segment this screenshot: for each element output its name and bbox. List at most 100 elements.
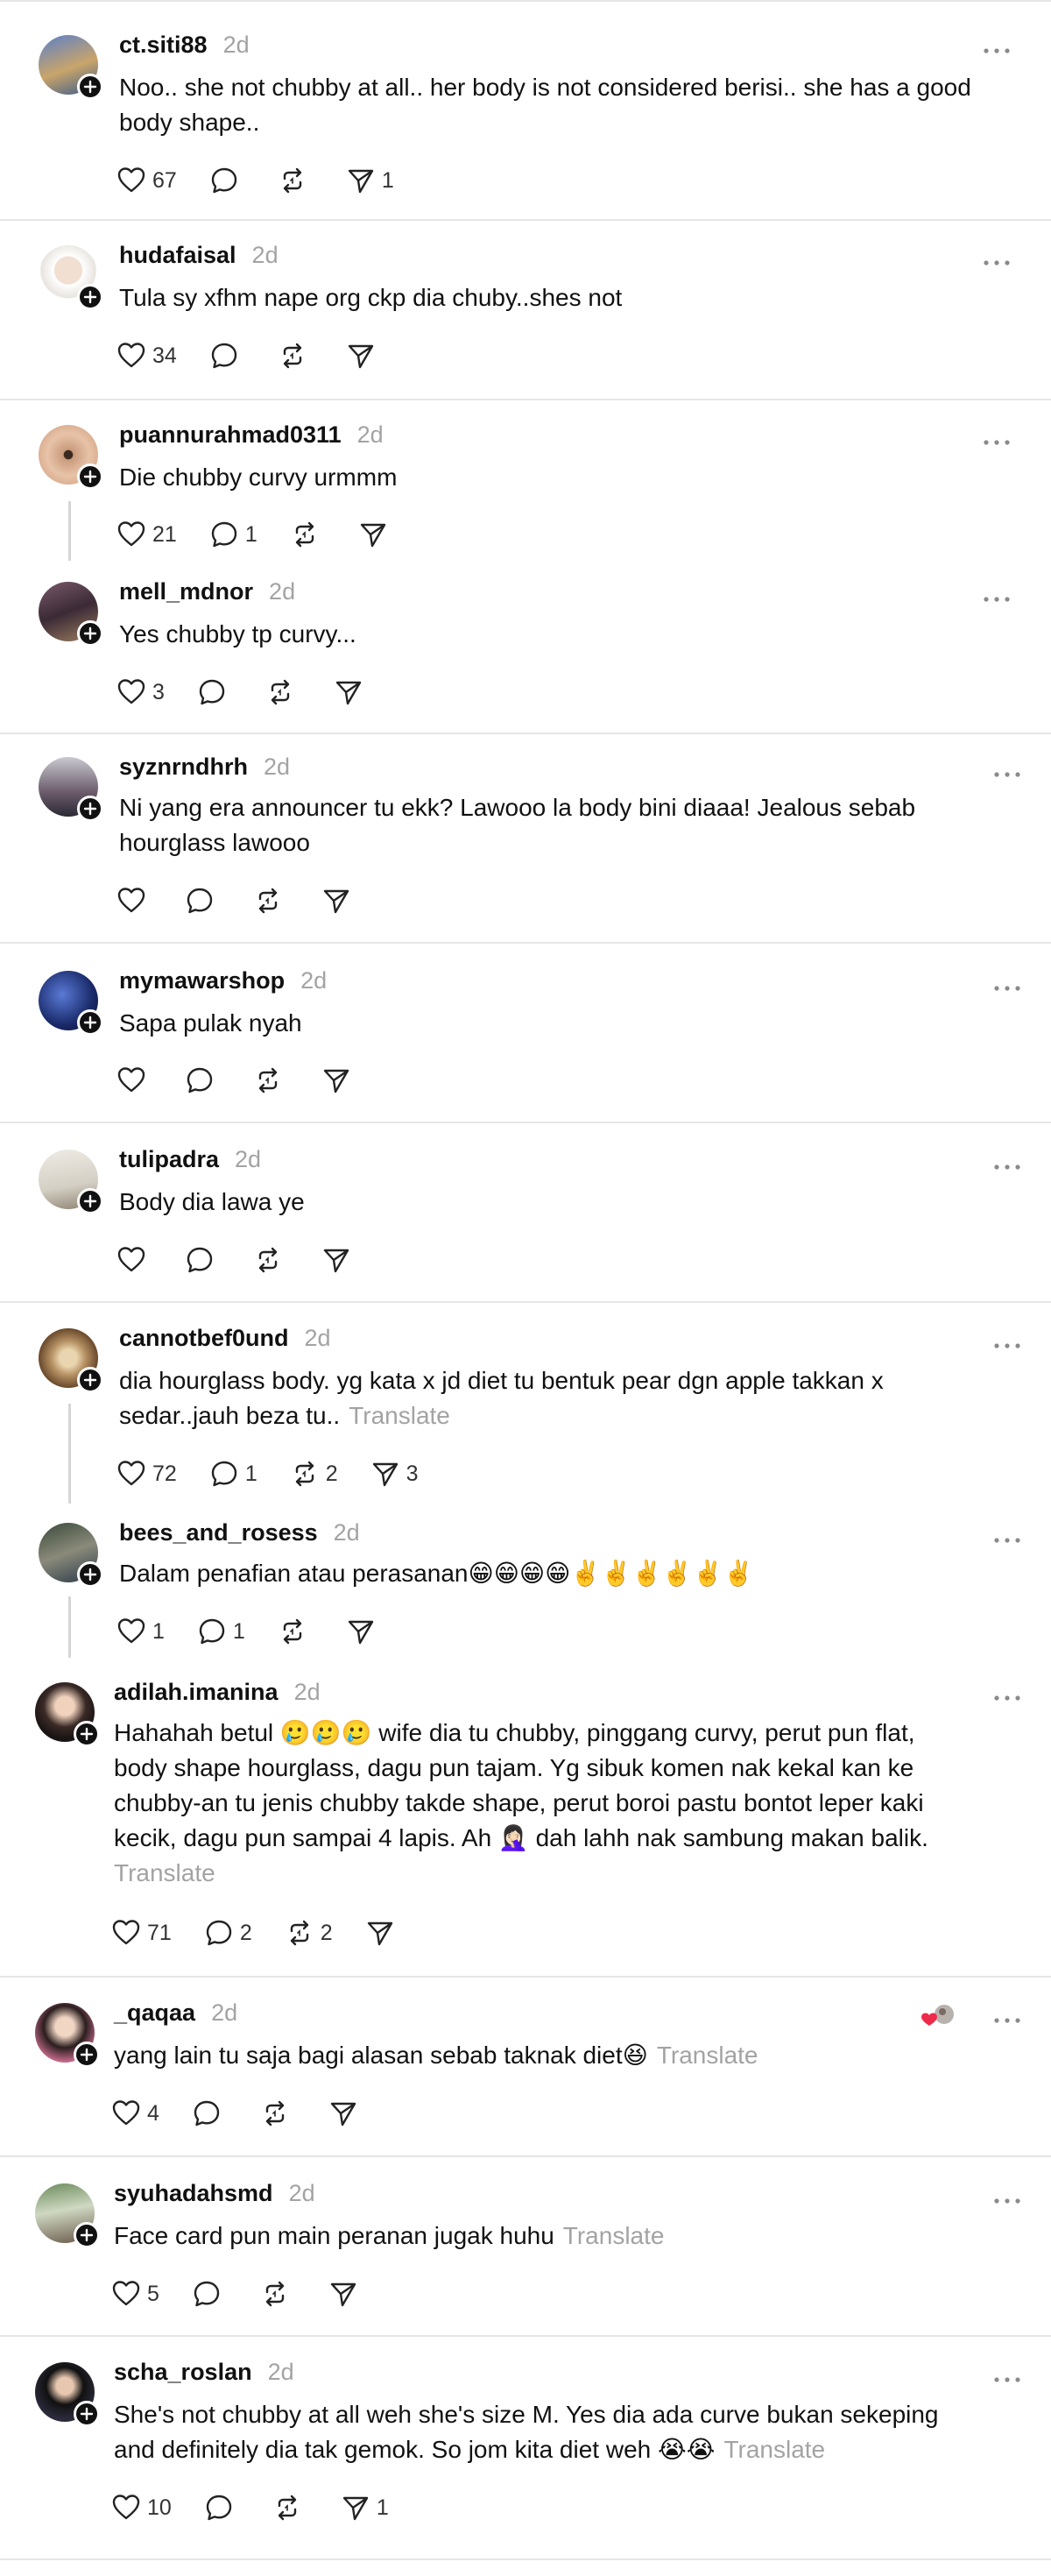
like-button[interactable]: 21 [116, 519, 177, 550]
username-text[interactable]: bees_and_rosess [119, 1519, 318, 1546]
avatar[interactable] [39, 425, 103, 490]
reply-button[interactable]: 1 [208, 1458, 257, 1490]
repost-button[interactable] [272, 2492, 303, 2523]
more-dots-icon[interactable] [979, 591, 1014, 608]
more-dots-icon[interactable] [990, 1532, 1025, 1549]
username-text[interactable]: adilah.imanina [114, 1679, 279, 1705]
username-text[interactable]: scha_roslan [114, 2359, 252, 2385]
reply-button[interactable] [191, 2278, 222, 2310]
reply-button[interactable] [208, 165, 240, 196]
username[interactable]: tulipadra 2d [119, 1146, 261, 1173]
more-dots-icon[interactable] [990, 766, 1025, 783]
share-button[interactable]: 1 [340, 2492, 389, 2523]
like-button[interactable]: 10 [110, 2492, 172, 2523]
like-button[interactable]: 4 [110, 2098, 159, 2129]
username[interactable]: puannurahmad0311 2d [119, 421, 384, 449]
username-text[interactable]: mymawarshop [119, 967, 285, 994]
like-button[interactable]: 3 [116, 676, 165, 708]
more-dots-icon[interactable] [979, 42, 1014, 60]
repost-button[interactable] [277, 165, 308, 196]
share-button[interactable] [345, 340, 377, 372]
username-text[interactable]: puannurahmad0311 [119, 421, 342, 448]
reply-button[interactable] [196, 676, 228, 708]
share-button[interactable] [328, 2098, 359, 2129]
more-dots-icon[interactable] [990, 1337, 1025, 1355]
username[interactable]: syuhadahsmd 2d [114, 2180, 315, 2207]
username[interactable]: scha_roslan 2d [114, 2359, 294, 2386]
username[interactable]: adilah.imanina 2d [114, 1679, 321, 1706]
username[interactable]: mell_mdnor 2d [119, 578, 295, 605]
more-dots-icon[interactable] [990, 1158, 1025, 1176]
reply-button[interactable] [184, 885, 215, 916]
username-text[interactable]: syznrndhrh [119, 754, 248, 780]
more-dots-icon[interactable] [990, 2371, 1025, 2388]
username-text[interactable]: _qaqaa [114, 1999, 195, 2026]
like-button[interactable] [116, 1065, 147, 1096]
like-button[interactable] [116, 1244, 147, 1276]
follow-plus-icon[interactable] [77, 74, 103, 100]
avatar[interactable] [39, 1150, 103, 1214]
translate-link[interactable]: Translate [563, 2222, 665, 2249]
translate-link[interactable]: Translate [723, 2436, 825, 2463]
more-dots-icon[interactable] [990, 1689, 1025, 1707]
follow-plus-icon[interactable] [74, 1721, 100, 1747]
liked-by-avatars[interactable] [918, 2003, 958, 2029]
avatar[interactable] [39, 971, 103, 1036]
repost-button[interactable] [252, 1244, 284, 1276]
repost-button[interactable] [265, 676, 296, 708]
follow-plus-icon[interactable] [77, 1561, 103, 1588]
repost-button[interactable] [252, 885, 284, 916]
reply-button[interactable] [184, 1065, 215, 1096]
username-text[interactable]: hudafaisal [119, 242, 236, 268]
reply-button[interactable] [203, 2492, 235, 2523]
username[interactable]: cannotbef0und 2d [119, 1325, 331, 1352]
username[interactable]: mymawarshop 2d [119, 967, 327, 994]
username[interactable]: hudafaisal 2d [119, 242, 279, 269]
repost-button[interactable] [277, 340, 308, 372]
reply-button[interactable]: 1 [208, 519, 257, 550]
repost-button[interactable] [259, 2278, 291, 2310]
follow-plus-icon[interactable] [77, 464, 103, 490]
avatar[interactable] [39, 1328, 103, 1393]
like-button[interactable]: 71 [110, 1917, 172, 1949]
translate-link[interactable]: Translate [114, 1859, 215, 1886]
reply-button[interactable]: 2 [203, 1917, 252, 1949]
repost-button[interactable] [252, 1065, 284, 1096]
share-button[interactable] [345, 1616, 377, 1647]
share-button[interactable] [333, 676, 364, 708]
follow-plus-icon[interactable] [74, 2401, 100, 2427]
like-button[interactable]: 1 [116, 1616, 165, 1647]
username-text[interactable]: mell_mdnor [119, 578, 253, 605]
like-button[interactable]: 34 [116, 340, 177, 372]
share-button[interactable]: 3 [370, 1458, 419, 1490]
like-button[interactable] [116, 885, 147, 916]
username-text[interactable]: cannotbef0und [119, 1325, 289, 1351]
repost-button[interactable]: 2 [284, 1917, 333, 1949]
follow-plus-icon[interactable] [77, 796, 103, 822]
follow-plus-icon[interactable] [77, 1188, 103, 1214]
avatar[interactable] [35, 2183, 100, 2248]
repost-button[interactable] [289, 519, 321, 550]
reply-button[interactable] [208, 340, 240, 372]
avatar[interactable] [35, 2362, 100, 2427]
share-button[interactable] [357, 519, 389, 550]
reply-button[interactable] [184, 1244, 215, 1276]
share-button[interactable] [328, 2278, 359, 2310]
follow-plus-icon[interactable] [77, 1009, 103, 1036]
share-button[interactable] [321, 1065, 352, 1096]
follow-plus-icon[interactable] [77, 284, 103, 310]
translate-link[interactable]: Translate [657, 2042, 758, 2069]
avatar[interactable] [39, 245, 103, 310]
username-text[interactable]: ct.siti88 [119, 32, 208, 58]
translate-link[interactable]: Translate [349, 1402, 450, 1429]
like-button[interactable]: 5 [110, 2278, 159, 2310]
follow-plus-icon[interactable] [74, 2042, 100, 2068]
more-dots-icon[interactable] [979, 434, 1014, 451]
share-button[interactable] [321, 1244, 352, 1276]
like-button[interactable]: 72 [116, 1458, 177, 1490]
avatar[interactable] [39, 1523, 103, 1588]
repost-button[interactable] [259, 2098, 291, 2129]
more-dots-icon[interactable] [979, 254, 1014, 272]
more-dots-icon[interactable] [990, 2192, 1025, 2210]
username-text[interactable]: syuhadahsmd [114, 2180, 273, 2206]
